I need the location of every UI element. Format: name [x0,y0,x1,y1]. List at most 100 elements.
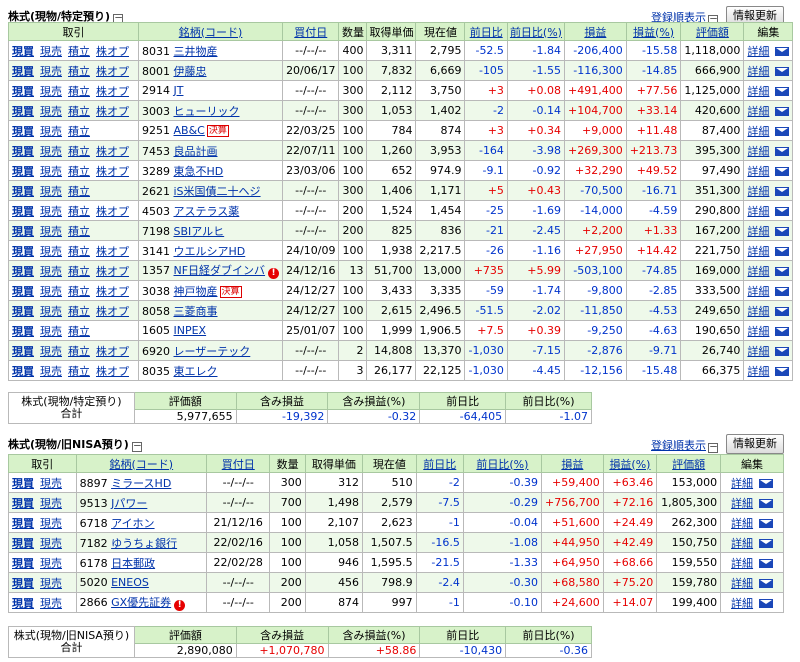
mail-icon[interactable] [775,206,790,216]
detail-link[interactable]: 詳細 [731,557,753,570]
stock-name-link[interactable]: JT [174,84,184,97]
sell-link[interactable]: 現売 [40,105,62,118]
accum-link[interactable]: 積立 [68,225,90,238]
opt-link[interactable]: 株オプ [96,65,129,78]
mail-icon[interactable] [759,538,774,548]
sell-link[interactable]: 現売 [40,537,62,550]
accum-link[interactable]: 積立 [68,245,90,258]
sell-link[interactable]: 現売 [40,125,62,138]
sell-link[interactable]: 現売 [40,205,62,218]
stock-name-link[interactable]: iS米国債二十ヘジ [174,185,261,198]
sell-link[interactable]: 現売 [40,65,62,78]
mail-icon[interactable] [775,246,790,256]
detail-link[interactable]: 詳細 [747,205,769,218]
mail-icon[interactable] [775,126,790,136]
sell-link[interactable]: 現売 [40,265,62,278]
accum-link[interactable]: 積立 [68,85,90,98]
collapse-toggle-icon[interactable]: － [131,442,142,452]
stock-name-link[interactable]: 三菱商事 [174,305,218,318]
opt-link[interactable]: 株オプ [96,285,129,298]
buy-link[interactable]: 現買 [12,597,34,610]
col-header-chg[interactable]: 前日比 [464,22,508,41]
accum-link[interactable]: 積立 [68,145,90,158]
buy-link[interactable]: 現買 [12,305,34,318]
stock-name-link[interactable]: ミラースHD [111,477,171,490]
accum-link[interactable]: 積立 [68,325,90,338]
detail-link[interactable]: 詳細 [731,577,753,590]
stock-name-link[interactable]: ヒューリック [174,105,240,118]
accum-link[interactable]: 積立 [68,345,90,358]
buy-link[interactable]: 現買 [12,165,34,178]
sell-link[interactable]: 現売 [40,145,62,158]
buy-link[interactable]: 現買 [12,577,34,590]
accum-link[interactable]: 積立 [68,265,90,278]
detail-link[interactable]: 詳細 [747,325,769,338]
sell-link[interactable]: 現売 [40,557,62,570]
stock-name-link[interactable]: アイホン [111,517,154,530]
detail-link[interactable]: 詳細 [747,365,769,378]
opt-link[interactable]: 株オプ [96,205,129,218]
detail-link[interactable]: 詳細 [747,185,769,198]
detail-link[interactable]: 詳細 [747,85,769,98]
accum-link[interactable]: 積立 [68,305,90,318]
sell-link[interactable]: 現売 [40,225,62,238]
accum-link[interactable]: 積立 [68,365,90,378]
col-header-chgp[interactable]: 前日比(%) [506,22,565,41]
sell-link[interactable]: 現売 [40,85,62,98]
stock-name-link[interactable]: GX優先証券 [111,596,171,609]
sell-link[interactable]: 現売 [40,245,62,258]
detail-link[interactable]: 詳細 [747,145,769,158]
detail-link[interactable]: 詳細 [747,245,769,258]
buy-link[interactable]: 現買 [12,537,34,550]
detail-link[interactable]: 詳細 [747,165,769,178]
stock-name-link[interactable]: AB&C [174,124,205,137]
col-header-name[interactable]: 銘柄(コード) [75,454,208,473]
detail-link[interactable]: 詳細 [731,477,753,490]
mail-icon[interactable] [775,66,790,76]
mail-icon[interactable] [759,478,774,488]
mail-icon[interactable] [775,346,790,356]
accum-link[interactable]: 積立 [68,105,90,118]
mail-icon[interactable] [759,598,774,608]
sell-link[interactable]: 現売 [40,165,62,178]
accum-link[interactable]: 積立 [68,185,90,198]
sell-link[interactable]: 現売 [40,185,62,198]
mail-icon[interactable] [775,286,790,296]
earnings-badge[interactable]: 決算 [219,285,242,298]
detail-link[interactable]: 詳細 [747,105,769,118]
sort-order-link[interactable]: 登録順表示－ [651,437,718,453]
buy-link[interactable]: 現買 [12,225,34,238]
opt-link[interactable]: 株オプ [96,45,129,58]
sell-link[interactable]: 現売 [40,305,62,318]
mail-icon[interactable] [775,326,790,336]
stock-name-link[interactable]: ENEOS [111,576,149,589]
col-header-chg[interactable]: 前日比 [415,454,464,473]
mail-icon[interactable] [775,266,790,276]
mail-icon[interactable] [775,86,790,96]
col-header-name[interactable]: 銘柄(コード) [137,22,284,41]
sell-link[interactable]: 現売 [40,597,62,610]
detail-link[interactable]: 詳細 [731,497,753,510]
detail-link[interactable]: 詳細 [747,305,769,318]
opt-link[interactable]: 株オプ [96,165,129,178]
detail-link[interactable]: 詳細 [747,45,769,58]
opt-link[interactable]: 株オプ [96,305,129,318]
mail-icon[interactable] [759,498,774,508]
detail-link[interactable]: 詳細 [731,517,753,530]
stock-name-link[interactable]: Jパワー [111,497,147,510]
warning-icon[interactable]: ! [268,268,280,279]
stock-name-link[interactable]: INPEX [174,324,207,337]
mail-icon[interactable] [775,306,790,316]
opt-link[interactable]: 株オプ [96,145,129,158]
mail-icon[interactable] [775,226,790,236]
stock-name-link[interactable]: 伊藤忠 [174,65,207,78]
col-header-val[interactable]: 評価額 [656,454,722,473]
accum-link[interactable]: 積立 [68,165,90,178]
col-header-date[interactable]: 買付日 [282,22,340,41]
detail-link[interactable]: 詳細 [747,225,769,238]
detail-link[interactable]: 詳細 [747,125,769,138]
sell-link[interactable]: 現売 [40,285,62,298]
mail-icon[interactable] [775,46,790,56]
buy-link[interactable]: 現買 [12,185,34,198]
col-header-pl[interactable]: 損益 [541,454,604,473]
